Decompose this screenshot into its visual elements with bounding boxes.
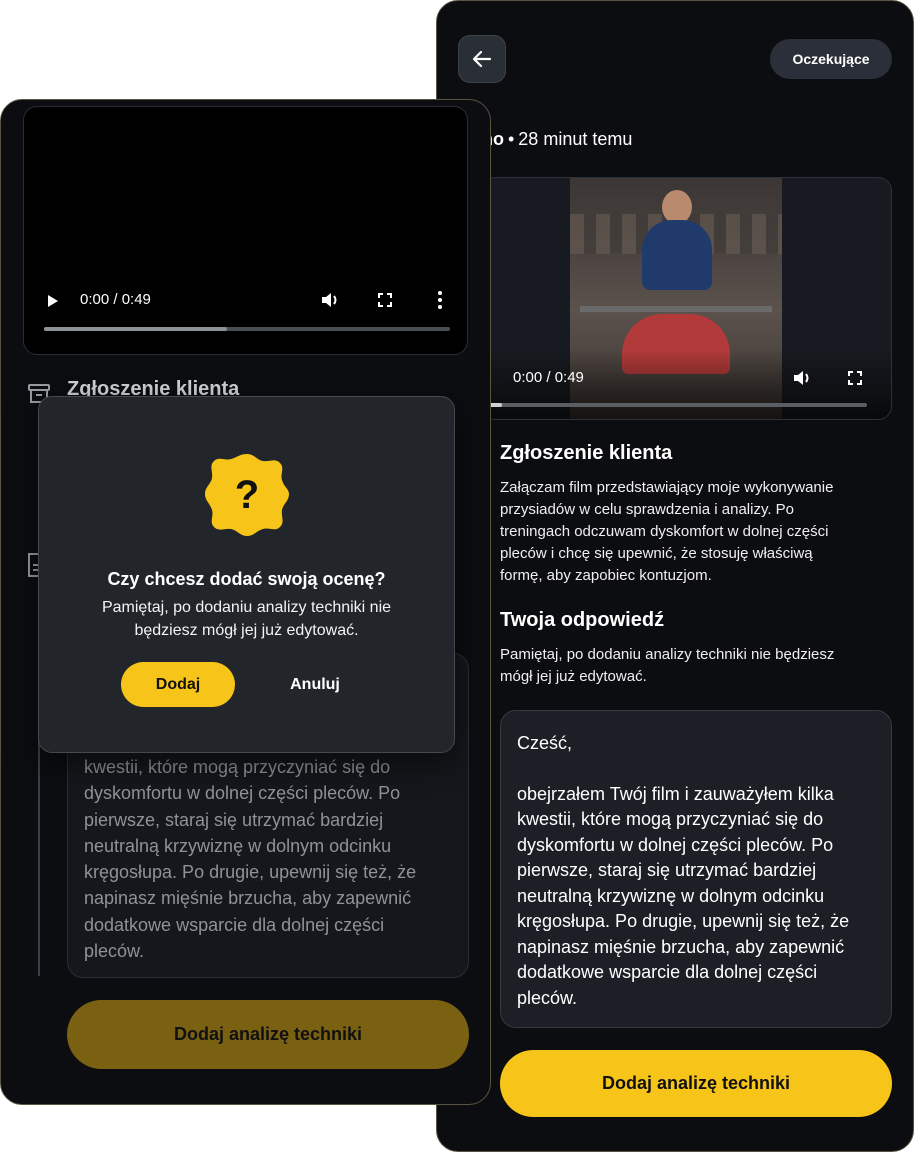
response-body: obejrzałem Twój film i zauważyłem kilka … bbox=[517, 782, 875, 1012]
response-line: kręgosłupa. Po drugie, upewnij się też, … bbox=[517, 911, 850, 931]
client-text-line: treningach odczuwam dyskomfort w dolnej … bbox=[500, 523, 829, 540]
video-player[interactable]: 0:00 / 0:49 bbox=[481, 177, 892, 420]
video-buffer-fill bbox=[44, 327, 227, 331]
confirm-dialog: ? Czy chcesz dodać swoją ocenę? Pamiętaj… bbox=[38, 396, 455, 753]
created-info: Utworzono•28 minut temu bbox=[437, 129, 897, 150]
play-icon[interactable] bbox=[46, 293, 60, 309]
response-line: obejrzałem Twój film i zauważyłem kilka bbox=[517, 783, 834, 804]
client-text-line: przysiadów w celu sprawdzenia i analizy.… bbox=[500, 501, 795, 518]
confirm-button[interactable]: Dodaj bbox=[121, 662, 235, 707]
status-badge: Oczekujące bbox=[770, 39, 892, 79]
svg-text:?: ? bbox=[235, 473, 259, 517]
response-textarea[interactable]: Cześć, obejrzałem Twój film i zauważyłem… bbox=[500, 710, 892, 1028]
response-line: pleców. bbox=[84, 941, 145, 962]
hint-text-line: Pamiętaj, po dodaniu analizy techniki ni… bbox=[500, 646, 835, 663]
timeline-line bbox=[38, 740, 40, 976]
volume-icon[interactable] bbox=[320, 290, 340, 310]
phone-screen-detail: Oczekujące Utworzono•28 minut temu 0:00 … bbox=[436, 0, 914, 1152]
video-time: 0:00 / 0:49 bbox=[80, 291, 151, 308]
response-line: neutralną krzywiznę w dolnym odcinku bbox=[84, 835, 392, 856]
response-greeting: Cześć, bbox=[517, 733, 573, 753]
volume-icon[interactable] bbox=[792, 368, 812, 388]
video-progress[interactable] bbox=[44, 327, 450, 331]
response-line: dyskomfortu w dolnej części pleców. Po bbox=[84, 783, 401, 804]
response-line: dodatkowe wsparcie dla dolnej części bbox=[517, 962, 818, 982]
fullscreen-icon[interactable] bbox=[378, 293, 392, 307]
video-controls: 0:00 / 0:49 bbox=[482, 349, 891, 419]
response-body: kwestii, które mogą przyczyniać się do d… bbox=[84, 754, 454, 964]
response-line: napinasz mięśnie brzucha, aby zapewnić bbox=[517, 936, 845, 957]
hint-text-line: mógł jej już edytować. bbox=[500, 668, 647, 685]
client-section-title: Zgłoszenie klienta bbox=[500, 442, 673, 464]
add-analysis-button[interactable]: Dodaj analizę techniki bbox=[500, 1050, 892, 1117]
created-separator: • bbox=[507, 129, 515, 149]
response-line: pleców. bbox=[517, 987, 578, 1008]
dialog-message: Pamiętaj, po dodaniu analizy techniki ni… bbox=[69, 596, 424, 642]
response-line: dodatkowe wsparcie dla dolnej części bbox=[84, 914, 385, 935]
client-text-line: Załączam film przedstawiający moje wykon… bbox=[500, 479, 834, 496]
dialog-message-line: będziesz mógł jej już edytować. bbox=[134, 622, 359, 639]
cancel-button[interactable]: Anuluj bbox=[267, 662, 363, 707]
question-badge-icon: ? bbox=[205, 454, 289, 536]
add-analysis-button[interactable]: Dodaj analizę techniki bbox=[67, 1000, 469, 1069]
more-options-icon[interactable] bbox=[437, 290, 443, 310]
client-text-line: formę, aby zapobiec kontuzjom. bbox=[500, 567, 712, 584]
response-line: napinasz mięśnie brzucha, aby zapewnić bbox=[84, 888, 412, 909]
video-progress[interactable] bbox=[482, 403, 867, 407]
arrow-left-icon bbox=[472, 50, 492, 68]
client-section-text: Załączam film przedstawiający moje wykon… bbox=[500, 477, 890, 587]
response-line: kręgosłupa. Po drugie, upewnij się też, … bbox=[84, 862, 417, 883]
response-line: pierwsze, staraj się utrzymać bardziej bbox=[517, 860, 817, 880]
fullscreen-icon[interactable] bbox=[848, 371, 862, 385]
response-line: kwestii, które mogą przyczyniać się do bbox=[517, 809, 824, 829]
response-line: dyskomfortu w dolnej części pleców. Po bbox=[517, 834, 834, 855]
video-time: 0:00 / 0:49 bbox=[513, 369, 584, 386]
reply-section-hint: Pamiętaj, po dodaniu analizy techniki ni… bbox=[500, 644, 890, 688]
response-line: neutralną krzywiznę w dolnym odcinku bbox=[517, 885, 825, 906]
video-player[interactable]: 0:00 / 0:49 bbox=[23, 106, 468, 355]
created-time: 28 minut temu bbox=[518, 129, 633, 149]
phone-screen-confirm: 0:00 / 0:49 Zgłoszenie klienta kwestii, … bbox=[0, 99, 491, 1105]
response-line: kwestii, które mogą przyczyniać się do bbox=[84, 757, 391, 777]
client-text-line: pleców i chcę się upewnić, że stosuję wł… bbox=[500, 545, 813, 562]
dialog-message-line: Pamiętaj, po dodaniu analizy techniki ni… bbox=[101, 599, 392, 616]
dialog-title: Czy chcesz dodać swoją ocenę? bbox=[107, 569, 386, 589]
response-line: pierwsze, staraj się utrzymać bardziej bbox=[84, 809, 384, 830]
reply-section-title: Twoja odpowiedź bbox=[500, 609, 665, 631]
back-button[interactable] bbox=[458, 35, 506, 83]
